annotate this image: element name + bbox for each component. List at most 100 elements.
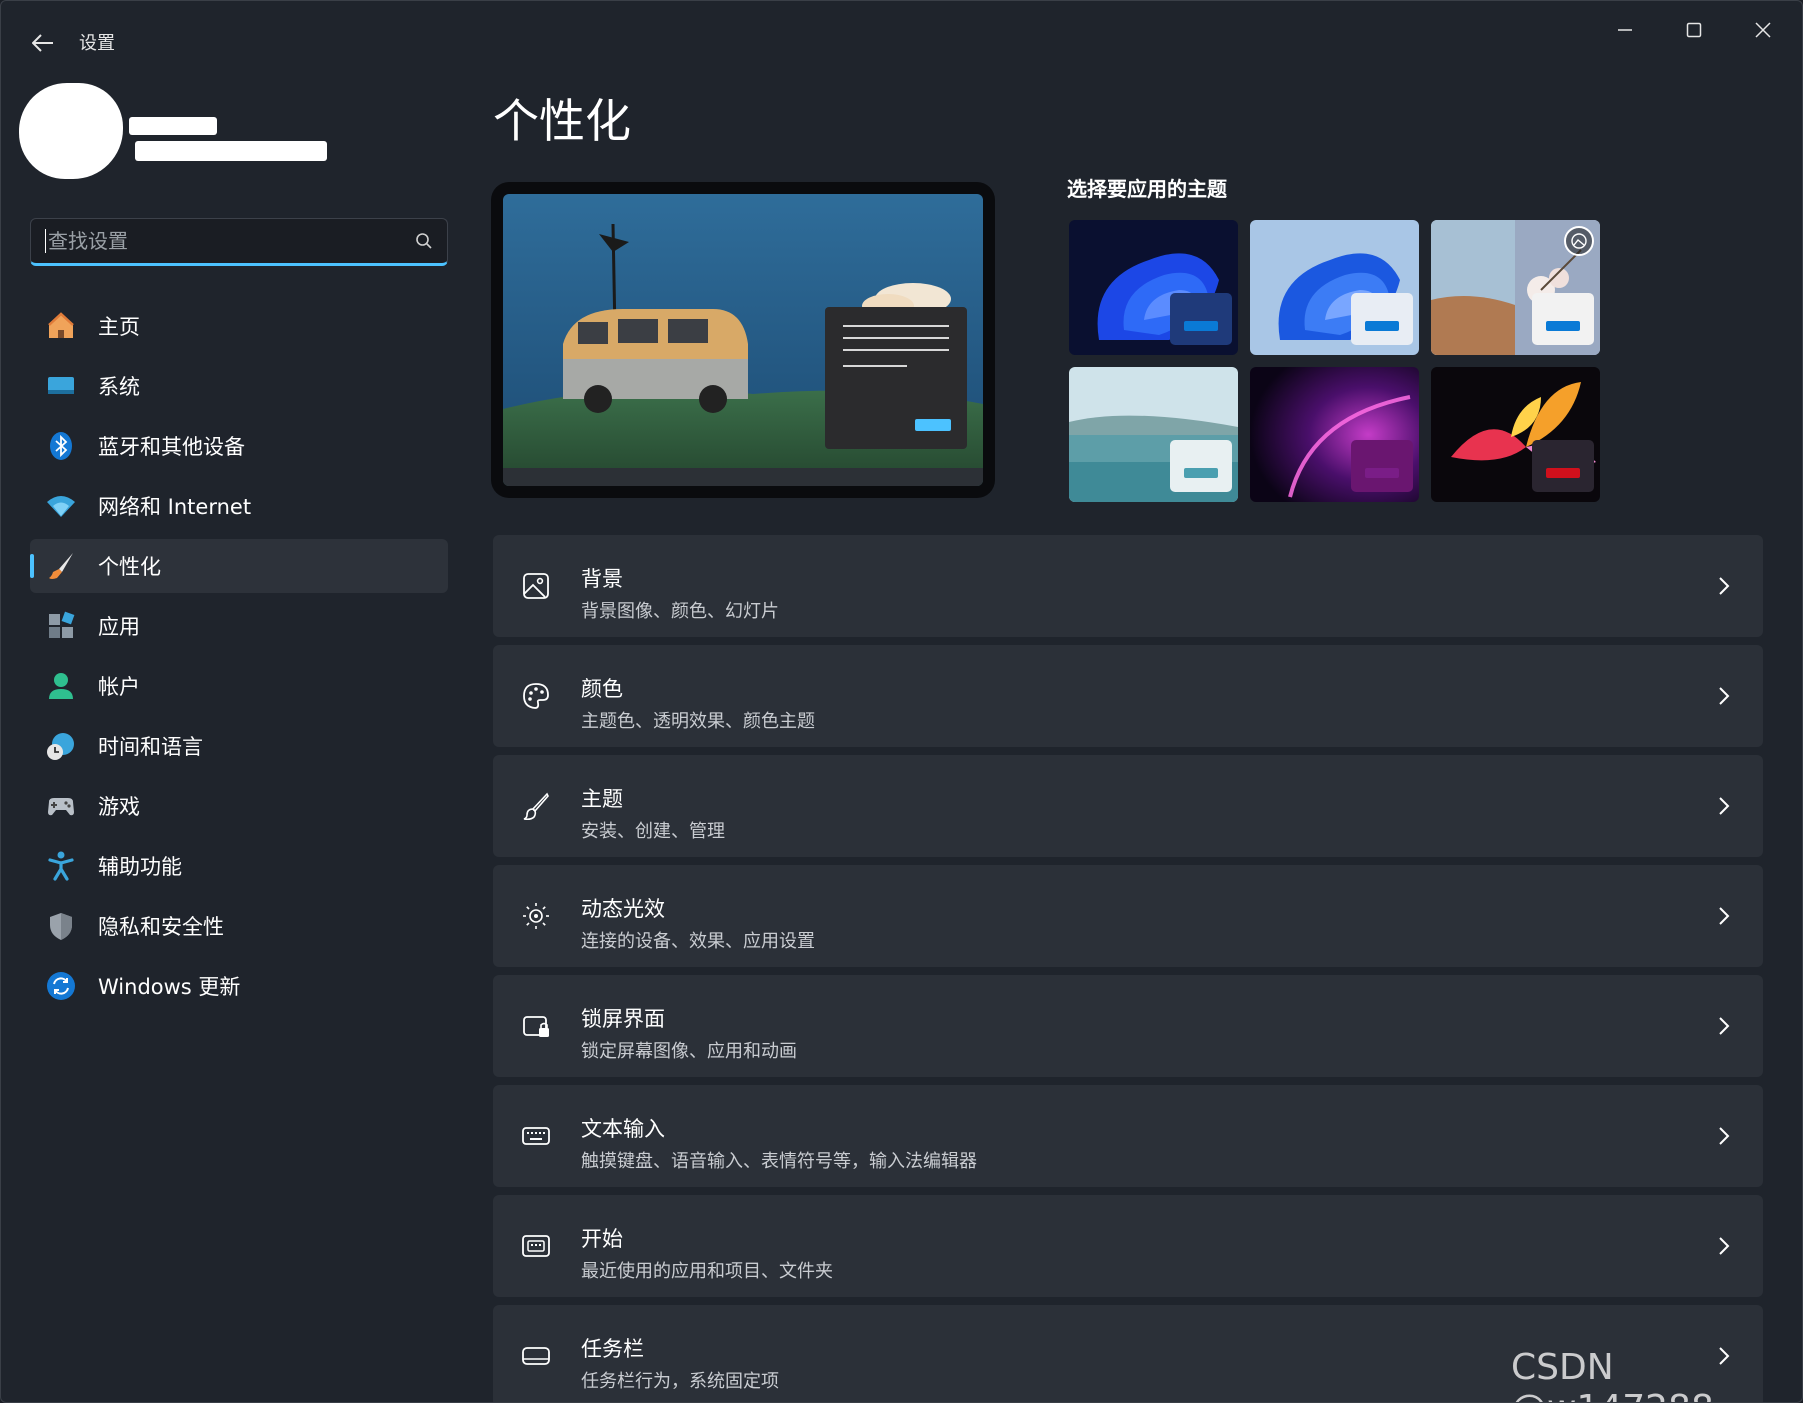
sidebar-item-label: Windows 更新 — [98, 975, 241, 999]
minimize-icon — [1618, 29, 1632, 31]
setting-description: 安装、创建、管理 — [581, 821, 725, 842]
theme-mini-window — [1532, 293, 1594, 345]
theme-card-windows-dark[interactable] — [1069, 220, 1238, 355]
chevron-right-icon — [1713, 575, 1735, 597]
theme-mini-button — [1365, 468, 1399, 478]
sidebar-item-apps[interactable]: 应用 — [30, 599, 448, 653]
setting-description: 触摸键盘、语音输入、表情符号等，输入法编辑器 — [581, 1151, 977, 1172]
preview-button — [915, 419, 951, 431]
minimize-button[interactable] — [1597, 13, 1653, 47]
text-caret — [45, 229, 46, 253]
watermark: CSDN @w147288 — [1511, 1347, 1714, 1402]
theme-card-captured-motion[interactable] — [1069, 367, 1238, 502]
setting-description: 连接的设备、效果、应用设置 — [581, 931, 815, 952]
setting-text: 锁屏界面 锁定屏幕图像、应用和动画 — [581, 1003, 797, 1063]
profile-name-redacted — [129, 117, 217, 135]
sidebar-item-label: 游戏 — [98, 795, 140, 819]
theme-mini-window — [1170, 293, 1232, 345]
setting-row-themes[interactable]: 主题 安装、创建、管理 — [493, 755, 1763, 857]
setting-text: 文本输入 触摸键盘、语音输入、表情符号等，输入法编辑器 — [581, 1113, 977, 1173]
system-icon — [44, 369, 78, 403]
search-icon[interactable] — [415, 232, 433, 250]
theme-mini-window — [1170, 440, 1232, 492]
theme-mini-button — [1184, 321, 1218, 331]
sidebar-item-label: 应用 — [98, 615, 140, 639]
page-title: 个性化 — [493, 94, 631, 148]
maximize-button[interactable] — [1666, 13, 1722, 47]
taskbar-icon — [517, 1337, 555, 1375]
sidebar-item-privacy[interactable]: 隐私和安全性 — [30, 899, 448, 953]
setting-row-start[interactable]: 开始 最近使用的应用和项目、文件夹 — [493, 1195, 1763, 1297]
back-button[interactable] — [25, 25, 61, 61]
sidebar-item-gaming[interactable]: 游戏 — [30, 779, 448, 833]
sidebar-item-time-language[interactable]: 时间和语言 — [30, 719, 448, 773]
sidebar-item-home[interactable]: 主页 — [30, 299, 448, 353]
avatar[interactable] — [19, 83, 123, 179]
maximize-icon — [1686, 22, 1702, 38]
settings-list: 背景 背景图像、颜色、幻灯片 颜色 主题色、透明效果、颜色主题 主题 安装、创建… — [493, 535, 1763, 1402]
sidebar-item-personalization[interactable]: 个性化 — [30, 539, 448, 593]
title-bar: 设置 — [1, 1, 1802, 71]
setting-title: 任务栏 — [581, 1337, 644, 1361]
setting-text: 任务栏 任务栏行为，系统固定项 — [581, 1333, 779, 1393]
sidebar-item-system[interactable]: 系统 — [30, 359, 448, 413]
setting-row-background[interactable]: 背景 背景图像、颜色、幻灯片 — [493, 535, 1763, 637]
setting-text: 动态光效 连接的设备、效果、应用设置 — [581, 893, 815, 953]
theme-mini-window — [1351, 440, 1413, 492]
setting-description: 背景图像、颜色、幻灯片 — [581, 601, 779, 622]
apps-icon — [44, 609, 78, 643]
theme-card-glow-spotlight[interactable] — [1431, 220, 1600, 355]
search-box[interactable] — [30, 218, 448, 266]
close-button[interactable] — [1735, 13, 1791, 47]
setting-title: 主题 — [581, 787, 623, 811]
image-icon — [517, 567, 555, 605]
palette-icon — [517, 677, 555, 715]
setting-row-dynamic-lighting[interactable]: 动态光效 连接的设备、效果、应用设置 — [493, 865, 1763, 967]
setting-description: 锁定屏幕图像、应用和动画 — [581, 1041, 797, 1062]
time-language-icon — [44, 729, 78, 763]
desktop-preview-image — [503, 194, 983, 486]
theme-mini-window — [1532, 440, 1594, 492]
theme-card-sunrise[interactable] — [1431, 367, 1600, 502]
chevron-right-icon — [1713, 685, 1735, 707]
theme-card-windows-light[interactable] — [1250, 220, 1419, 355]
sidebar-item-accounts[interactable]: 帐户 — [30, 659, 448, 713]
sidebar-item-label: 辅助功能 — [98, 855, 182, 879]
sidebar-item-accessibility[interactable]: 辅助功能 — [30, 839, 448, 893]
brush-icon — [44, 549, 78, 583]
sidebar-item-label: 时间和语言 — [98, 735, 203, 759]
preview-line — [843, 349, 949, 351]
chevron-right-icon — [1713, 795, 1735, 817]
sidebar-item-label: 系统 — [98, 375, 140, 399]
theme-preview — [491, 182, 995, 498]
settings-window: 设置 主页 系统 — [0, 0, 1803, 1403]
setting-title: 背景 — [581, 567, 623, 591]
preview-line — [843, 325, 949, 327]
sidebar-item-windows-update[interactable]: Windows 更新 — [30, 959, 448, 1013]
chevron-right-icon — [1713, 1015, 1735, 1037]
chevron-right-icon — [1713, 1235, 1735, 1257]
sidebar-item-label: 网络和 Internet — [98, 495, 252, 519]
setting-row-colors[interactable]: 颜色 主题色、透明效果、颜色主题 — [493, 645, 1763, 747]
sidebar-item-label: 隐私和安全性 — [98, 915, 224, 939]
app-title: 设置 — [79, 33, 115, 54]
preview-line — [843, 337, 949, 339]
search-input[interactable] — [48, 229, 415, 253]
sidebar-nav: 主页 系统 蓝牙和其他设备 网络和 Internet 个性化 应用 帐户 时间和… — [30, 299, 448, 1019]
setting-row-text-input[interactable]: 文本输入 触摸键盘、语音输入、表情符号等，输入法编辑器 — [493, 1085, 1763, 1187]
sidebar-item-bluetooth[interactable]: 蓝牙和其他设备 — [30, 419, 448, 473]
theme-mini-window — [1351, 293, 1413, 345]
sidebar-item-label: 主页 — [98, 315, 140, 339]
setting-title: 动态光效 — [581, 897, 665, 921]
bluetooth-icon — [44, 429, 78, 463]
brush-icon — [517, 787, 555, 825]
theme-mini-button — [1184, 468, 1218, 478]
setting-row-lock-screen[interactable]: 锁屏界面 锁定屏幕图像、应用和动画 — [493, 975, 1763, 1077]
sidebar-item-label: 帐户 — [98, 675, 140, 699]
preview-line — [843, 365, 907, 367]
setting-title: 颜色 — [581, 677, 623, 701]
sidebar-item-network[interactable]: 网络和 Internet — [30, 479, 448, 533]
shield-icon — [44, 909, 78, 943]
theme-card-flow[interactable] — [1250, 367, 1419, 502]
slideshow-badge-icon — [1564, 226, 1594, 256]
